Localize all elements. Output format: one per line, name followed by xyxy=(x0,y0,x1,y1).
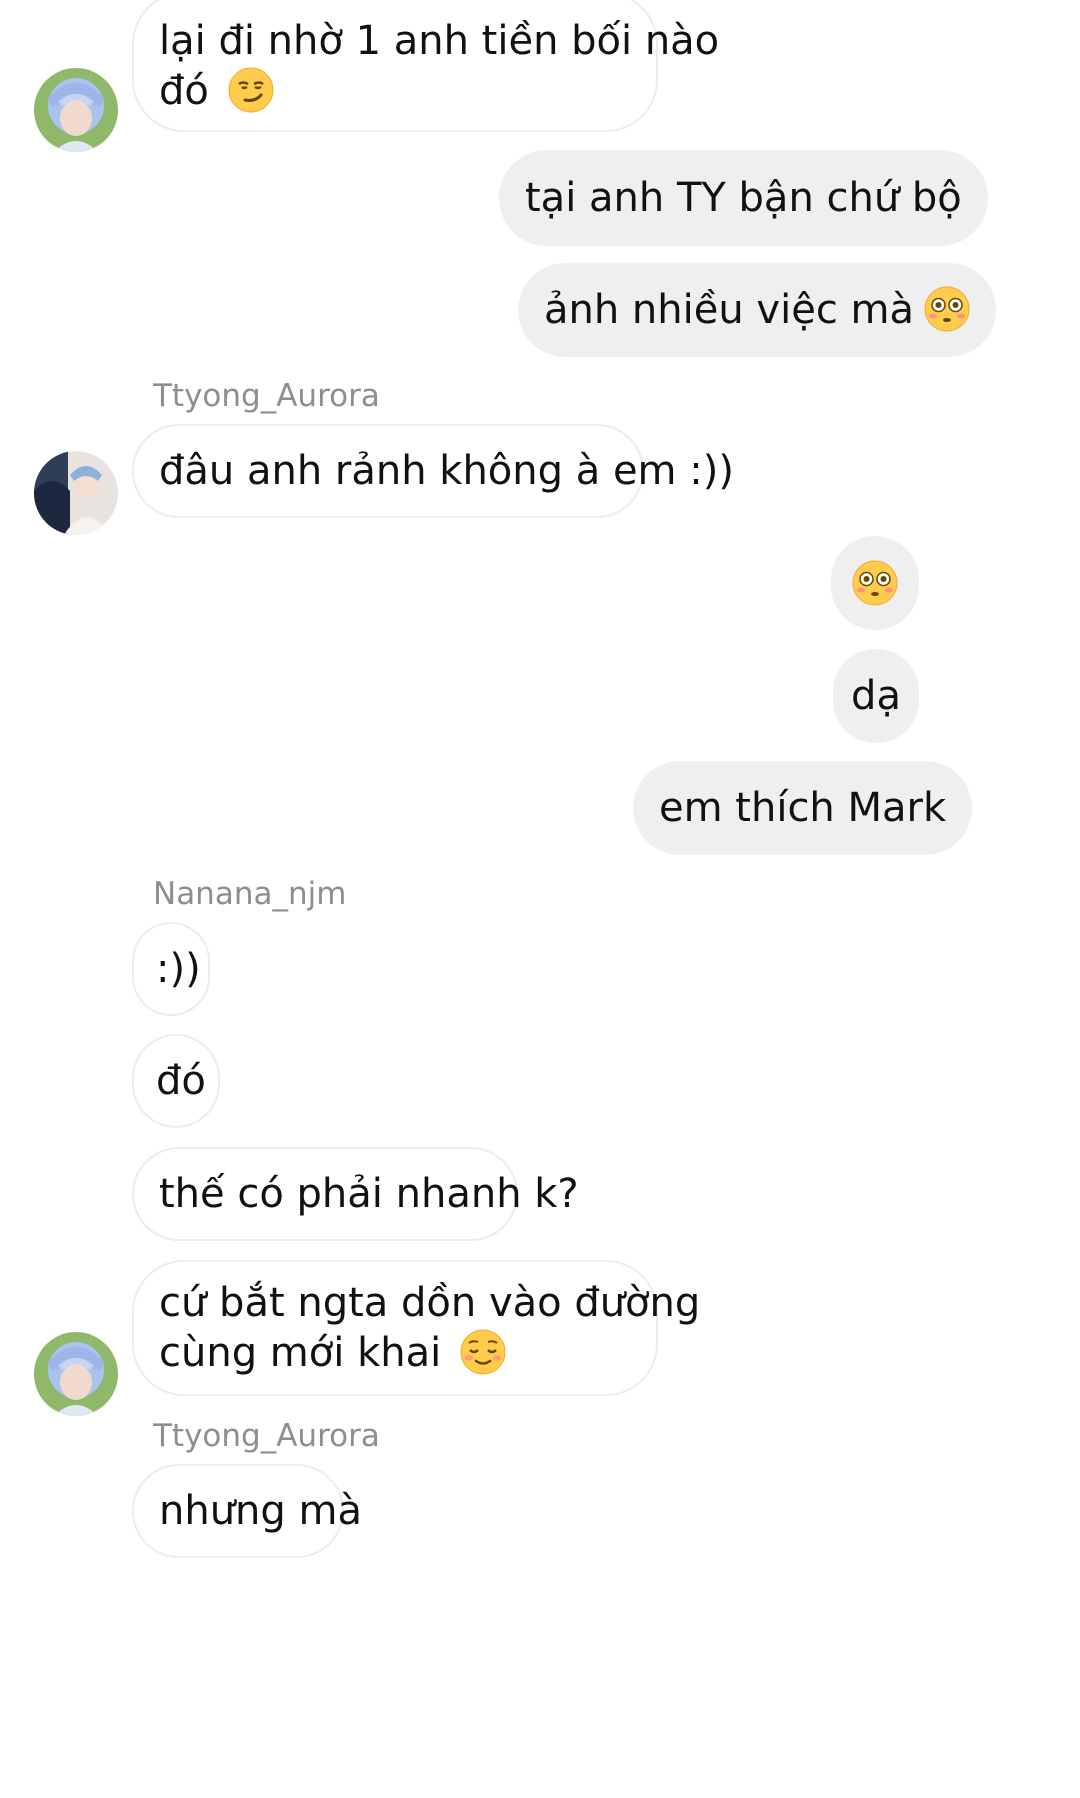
message-text: ảnh nhiều việc mà xyxy=(544,287,914,333)
message-text: em thích Mark xyxy=(659,785,947,831)
outgoing-message-bubble[interactable]: tại anh TY bận chứ bộ xyxy=(499,150,988,246)
message-text: nhưng mà xyxy=(159,1488,362,1534)
message-text: đâu anh rảnh không à em :)) xyxy=(159,448,734,494)
sender-name: Ttyong_Aurora xyxy=(153,1418,380,1454)
incoming-message-bubble[interactable]: nhưng mà xyxy=(132,1464,362,1558)
incoming-message-bubble[interactable]: lại đi nhờ 1 anh tiền bối nào đó xyxy=(132,0,719,132)
relieved-emoji-icon xyxy=(460,1329,506,1375)
chat-thread: lại đi nhờ 1 anh tiền bối nào đó tại anh… xyxy=(0,0,1080,1798)
message-text: :)) xyxy=(156,946,201,992)
incoming-message-bubble[interactable]: đó xyxy=(132,1034,220,1128)
message-text: lại đi nhờ 1 anh tiền bối nào xyxy=(159,18,720,64)
message-text: thế có phải nhanh k? xyxy=(159,1171,579,1217)
flushed-emoji-icon xyxy=(852,560,898,606)
avatar[interactable] xyxy=(34,68,118,152)
incoming-message-bubble[interactable]: :)) xyxy=(132,922,210,1016)
outgoing-message-bubble[interactable] xyxy=(831,536,919,630)
outgoing-message-bubble[interactable]: dạ xyxy=(833,649,919,743)
incoming-message-bubble[interactable]: thế có phải nhanh k? xyxy=(132,1147,579,1241)
message-text: cứ bắt ngta dồn vào đường xyxy=(159,1280,701,1326)
message-text: đó xyxy=(159,68,209,114)
incoming-message-bubble[interactable]: cứ bắt ngta dồn vào đường cùng mới khai xyxy=(132,1260,700,1396)
smirk-emoji-icon xyxy=(228,67,274,113)
message-text: dạ xyxy=(851,673,901,719)
message-text: tại anh TY bận chứ bộ xyxy=(525,175,962,221)
outgoing-message-bubble[interactable]: ảnh nhiều việc mà xyxy=(518,263,996,357)
message-text: đó xyxy=(156,1058,206,1104)
avatar[interactable] xyxy=(34,451,118,535)
avatar[interactable] xyxy=(34,1332,118,1416)
flushed-emoji-icon xyxy=(924,286,970,332)
outgoing-message-bubble[interactable]: em thích Mark xyxy=(633,761,973,855)
sender-name: Ttyong_Aurora xyxy=(153,378,380,414)
message-text: cùng mới khai xyxy=(159,1330,442,1376)
sender-name: Nanana_njm xyxy=(153,876,347,912)
incoming-message-bubble[interactable]: đâu anh rảnh không à em :)) xyxy=(132,424,734,518)
